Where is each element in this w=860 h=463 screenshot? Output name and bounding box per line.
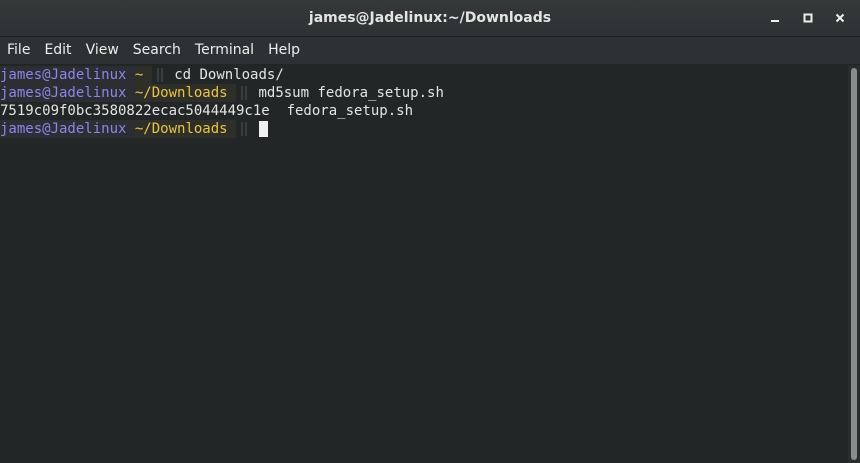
title-bar[interactable]: james@Jadelinux:~/Downloads [0, 0, 860, 37]
command-output: 7519c09f0bc3580822ecac5044449c1e fedora_… [0, 103, 414, 119]
terminal-line: 7519c09f0bc3580822ecac5044449c1e fedora_… [0, 102, 848, 120]
text-cursor [259, 121, 269, 137]
prompt-separator [152, 66, 166, 84]
close-icon [835, 13, 845, 23]
prompt-dir: ~/Downloads [134, 120, 228, 138]
close-button[interactable] [831, 9, 849, 27]
terminal-line: james@Jadelinux ~/Downloads [0, 120, 848, 138]
terminal-line: james@Jadelinux ~ cd Downloads/ [0, 66, 848, 84]
terminal-output[interactable]: james@Jadelinux ~ cd Downloads/ james@Ja… [0, 65, 848, 463]
vertical-scrollbar[interactable] [848, 65, 860, 463]
menu-search[interactable]: Search [126, 37, 188, 64]
window-title: james@Jadelinux:~/Downloads [308, 10, 552, 26]
prompt-command: md5sum fedora_setup.sh [258, 85, 444, 101]
prompt-command: cd Downloads/ [174, 67, 284, 83]
terminal-window: james@Jadelinux:~/Downloads File Edit Vi… [0, 0, 860, 463]
minimize-button[interactable] [766, 9, 784, 27]
prompt-separator [236, 84, 250, 102]
minimize-icon [771, 20, 779, 22]
menu-file[interactable]: File [0, 37, 37, 64]
menu-terminal[interactable]: Terminal [188, 37, 261, 64]
maximize-button[interactable] [799, 9, 817, 27]
menu-help[interactable]: Help [261, 37, 307, 64]
prompt-dir: ~/Downloads [134, 84, 228, 102]
prompt-dir: ~ [134, 66, 144, 84]
prompt-user: james@Jadelinux [0, 120, 127, 138]
maximize-icon [803, 13, 813, 23]
menu-bar: File Edit View Search Terminal Help [0, 37, 860, 65]
prompt-user: james@Jadelinux [0, 84, 127, 102]
menu-edit[interactable]: Edit [37, 37, 78, 64]
prompt-separator [236, 120, 250, 138]
prompt-user: james@Jadelinux [0, 66, 127, 84]
terminal-line: james@Jadelinux ~/Downloads md5sum fedor… [0, 84, 848, 102]
scrollbar-thumb[interactable] [851, 68, 857, 460]
menu-view[interactable]: View [79, 37, 126, 64]
